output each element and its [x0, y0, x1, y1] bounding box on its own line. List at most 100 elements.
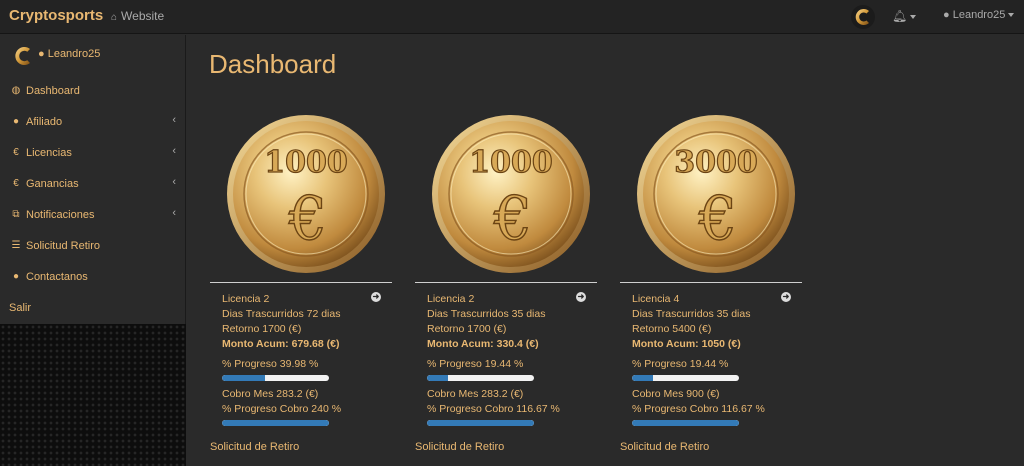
divider	[415, 282, 597, 283]
chevron-left-icon: ‹	[172, 114, 176, 126]
sidebar-item-label: Ganancias	[26, 178, 79, 190]
payment-progress-bar	[632, 420, 739, 426]
svg-text:€: €	[493, 184, 532, 254]
coin-value: 1000	[469, 145, 553, 180]
sidebar-item-contactanos[interactable]: ● Contactanos	[0, 265, 186, 296]
accumulated-amount: Monto Acum: 679.68 (€)	[222, 338, 340, 350]
sidebar-item-label: Licencias	[26, 147, 72, 159]
divider	[620, 282, 802, 283]
progress-bar	[427, 375, 534, 381]
accumulated-amount: Monto Acum: 1050 (€)	[632, 338, 741, 350]
license-card: 1000 € ➜ Licencia 2 Dias Trascurridos 35 dia…	[415, 114, 597, 466]
tachometer-icon: ◍	[11, 85, 21, 96]
sidebar-menu: ◍ Dashboard ● Afiliado ‹ € Licencias ‹ € Ganancia…	[0, 79, 186, 327]
sidebar-item-notificaciones[interactable]: ⧉ Notificaciones ‹	[0, 203, 186, 234]
top-navbar: Cryptosports ⌂ Website 🔔︎ ● Leandro25	[0, 0, 1024, 34]
monthly-payment: Cobro Mes 900 (€)	[632, 388, 720, 400]
svg-text:€: €	[288, 184, 327, 254]
sidebar-item-label: Solicitud Retiro	[26, 240, 100, 252]
payment-progress-label: % Progreso Cobro 240 %	[222, 403, 342, 415]
website-link[interactable]: ⌂ Website	[111, 9, 164, 23]
progress-label: % Progreso 19.44 %	[427, 358, 524, 370]
payment-progress-bar-fill	[632, 420, 739, 426]
chevron-down-icon	[910, 14, 917, 19]
sidebar-username: ● Leandro25	[38, 48, 100, 60]
sidebar-item-salir[interactable]: Salir	[0, 296, 186, 327]
cryptosports-logo-icon[interactable]	[850, 4, 876, 30]
website-label: Website	[121, 9, 165, 23]
chevron-left-icon: ‹	[172, 207, 176, 219]
payment-progress-bar	[427, 420, 534, 426]
progress-bar-fill	[222, 375, 265, 381]
accumulated-amount: Monto Acum: 330.4 (€)	[427, 338, 539, 350]
sidebar-item-afiliado[interactable]: ● Afiliado ‹	[0, 110, 186, 141]
gold-euro-coin-icon: 1000 €	[227, 115, 385, 273]
chevron-left-icon: ‹	[172, 145, 176, 157]
monthly-payment: Cobro Mes 283.2 (€)	[222, 388, 319, 400]
license-name: Licencia 2	[427, 293, 475, 305]
coin-value: 1000	[264, 145, 348, 180]
chevron-down-icon	[1008, 13, 1015, 18]
license-info: Licencia 4 Dias Trascurridos 35 dias Retor…	[632, 292, 797, 430]
sidebar-item-solicitud-retiro[interactable]: ☰ Solicitud Retiro	[0, 234, 186, 265]
sidebar-username-text: Leandro25	[47, 48, 101, 60]
cryptosports-logo-icon	[15, 47, 30, 65]
withdrawal-request-link[interactable]: Solicitud de Retiro	[620, 441, 709, 453]
user-dropdown-label: Leandro25	[952, 9, 1006, 21]
gold-euro-coin-icon: 1000 €	[432, 115, 590, 273]
sidebar-item-label: Afiliado	[26, 116, 63, 128]
sidebar-user: ● Leandro25	[11, 43, 181, 69]
license-card: 1000 € ➜ Licencia 2 Dias Trascurridos 72 dia…	[210, 114, 392, 466]
user-icon: ●	[943, 9, 950, 21]
payment-progress-bar-fill	[427, 420, 534, 426]
sidebar-item-label: Contactanos	[26, 271, 88, 283]
progress-bar-fill	[427, 375, 448, 381]
notification-icon: ⧉	[12, 209, 20, 220]
gold-euro-coin-icon: 3000 €	[637, 115, 795, 273]
payment-progress-bar	[222, 420, 329, 426]
withdrawal-request-link[interactable]: Solicitud de Retiro	[415, 441, 504, 453]
license-name: Licencia 2	[222, 293, 270, 305]
license-name: Licencia 4	[632, 293, 680, 305]
user-icon: ●	[38, 48, 48, 60]
sidebar-item-label: Notificaciones	[26, 209, 95, 221]
user-dropdown[interactable]: ● Leandro25	[943, 9, 1015, 21]
sidebar-item-ganancias[interactable]: € Ganancias ‹	[0, 172, 186, 203]
payment-progress-label: % Progreso Cobro 116.67 %	[427, 403, 560, 415]
home-icon: ⌂	[111, 12, 118, 23]
payment-progress-bar-fill	[222, 420, 329, 426]
euro-icon: €	[13, 147, 19, 158]
payment-progress-label: % Progreso Cobro 116.67 %	[632, 403, 765, 415]
user-icon: ●	[12, 271, 20, 282]
progress-bar	[222, 375, 329, 381]
divider	[210, 282, 392, 283]
chevron-left-icon: ‹	[172, 176, 176, 188]
withdrawal-request-link[interactable]: Solicitud de Retiro	[210, 441, 299, 453]
monthly-payment: Cobro Mes 283.2 (€)	[427, 388, 524, 400]
page-title: Dashboard	[209, 49, 337, 79]
sidebar-item-dashboard[interactable]: ◍ Dashboard	[0, 79, 186, 110]
coin-value: 3000	[674, 145, 758, 180]
progress-bar-fill	[632, 375, 653, 381]
license-info: Licencia 2 Dias Trascurridos 35 dias Retor…	[427, 292, 592, 430]
main-content: Dashboard 1000 € ➜ Licencia 2 Dias Trascurri…	[187, 35, 1024, 466]
brand-link[interactable]: Cryptosports	[9, 7, 103, 24]
days-elapsed: Dias Trascurridos 72 dias	[222, 308, 341, 320]
return-amount: Retorno 5400 (€)	[632, 323, 712, 335]
return-amount: Retorno 1700 (€)	[427, 323, 507, 335]
sidebar: ● Leandro25 ◍ Dashboard ● Afiliado ‹ € Licenci…	[0, 35, 186, 324]
progress-label: % Progreso 19.44 %	[632, 358, 729, 370]
list-icon: ☰	[11, 240, 21, 251]
bell-icon: 🔔︎	[892, 9, 908, 23]
notifications-dropdown[interactable]: 🔔︎	[892, 9, 917, 23]
license-card: 3000 € ➜ Licencia 4 Dias Trascurridos 35 dia…	[620, 114, 802, 466]
svg-text:€: €	[698, 184, 737, 254]
days-elapsed: Dias Trascurridos 35 dias	[427, 308, 546, 320]
user-icon: ●	[12, 116, 20, 127]
progress-label: % Progreso 39.98 %	[222, 358, 319, 370]
sidebar-background-pattern	[0, 324, 186, 466]
euro-icon: €	[13, 178, 19, 189]
sidebar-item-licencias[interactable]: € Licencias ‹	[0, 141, 186, 172]
sidebar-item-label: Dashboard	[26, 85, 80, 97]
sidebar-item-label: Salir	[9, 302, 32, 314]
